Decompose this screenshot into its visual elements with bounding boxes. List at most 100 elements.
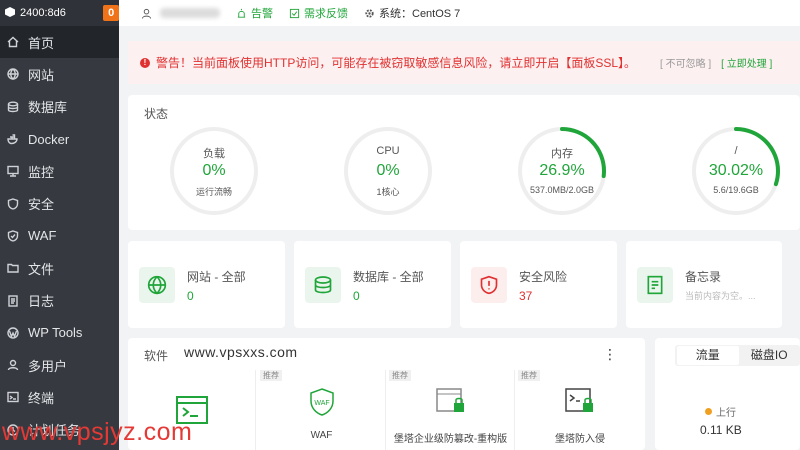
feedback-link[interactable]: 需求反馈 (289, 5, 348, 21)
stat-label: 数据库 - 全部 (353, 270, 424, 284)
sidebar-item-monitor[interactable]: 监控 (0, 155, 119, 187)
sidebar: 2400:8d6 0 首页 网站 数据库 Docker 监控 安全 WAF 文件… (0, 0, 119, 450)
alarm-link[interactable]: 告警 (236, 5, 273, 21)
server-header: 2400:8d6 0 (0, 0, 119, 26)
gauge-value: 0% (202, 162, 226, 179)
traffic-tabs: 流量 磁盘IO (675, 345, 800, 366)
stat-card-security-risk[interactable]: 安全风险 37 (460, 241, 617, 328)
sidebar-item-label: 监控 (28, 164, 55, 180)
system-label: 系统：CentOS 7 (379, 8, 461, 20)
load-gauge[interactable]: 负载 0% 运行流畅 (169, 126, 259, 216)
gauge-sub: 运行流畅 (195, 187, 232, 197)
upload-label: 上行 (705, 404, 736, 419)
monitor-icon (6, 164, 20, 178)
http-warning-alert: ! 警告！当前面板使用HTTP访问，可能存在被窃取敏感信息风险，请立即开启【面板… (128, 41, 800, 84)
disk-gauge[interactable]: / 30.02% 5.6/19.6GB (691, 126, 781, 216)
gauge-label: CPU (376, 145, 400, 157)
sidebar-item-files[interactable]: 文件 (0, 252, 119, 284)
user-menu[interactable] (141, 8, 220, 19)
sidebar-item-docker[interactable]: Docker (0, 123, 119, 155)
globe-icon (139, 267, 175, 303)
gauge-label: / (734, 145, 738, 157)
user-icon (141, 8, 152, 19)
waf-app-icon: WAF (309, 388, 335, 419)
security-risk-icon (471, 267, 507, 303)
svg-text:WAF: WAF (314, 400, 329, 407)
database-icon (305, 267, 341, 303)
sidebar-item-label: 数据库 (28, 100, 68, 116)
gauge-value: 30.02% (708, 162, 764, 179)
stat-card-websites[interactable]: 网站 - 全部 0 (128, 241, 285, 328)
tab-traffic[interactable]: 流量 (677, 346, 739, 365)
tab-disk-io[interactable]: 磁盘IO (739, 346, 800, 365)
memo-icon (637, 267, 673, 303)
traffic-card: 流量 磁盘IO 上行 0.11 KB (655, 338, 800, 450)
sidebar-item-label: 首页 (28, 35, 55, 51)
warning-icon: ! (140, 57, 150, 68)
sidebar-item-terminal[interactable]: 终端 (0, 381, 119, 413)
gauge-value: 26.9% (539, 162, 585, 179)
software-name: 堡塔企业级防篡改-重构版 (393, 434, 508, 445)
folder-icon (6, 261, 20, 275)
sidebar-item-wp-tools[interactable]: WP Tools (0, 317, 119, 349)
gauge-label: 负载 (203, 148, 225, 160)
software-item[interactable]: 推荐 WAF WAF (258, 370, 386, 450)
alarm-label: 告警 (251, 8, 273, 20)
software-title: 软件 (144, 349, 169, 363)
username-blurred (160, 8, 220, 18)
sidebar-item-label: WAF (28, 228, 57, 244)
sidebar-item-label: 终端 (28, 390, 55, 406)
sidebar-item-home[interactable]: 首页 (0, 26, 119, 59)
stat-label: 网站 - 全部 (187, 270, 246, 284)
server-host: 2400:8d6 (20, 7, 66, 19)
gauge-sub: 537.0MB/2.0GB (529, 185, 595, 195)
notification-badge[interactable]: 0 (103, 5, 119, 21)
sidebar-item-label: WP Tools (28, 325, 83, 341)
software-name: WAF (310, 430, 333, 441)
status-card: 状态 负载 0% 运行流畅 CPU 0% 1核心 内存 26.9% 537.0M… (128, 95, 800, 230)
stat-value: 0 (353, 289, 360, 303)
software-item[interactable]: 推荐 堡塔企业级防篡改-重构版 (387, 370, 515, 450)
server-icon (4, 6, 16, 21)
watermark-bottom: www.vpsjyz.com (2, 418, 193, 446)
stat-label: 安全风险 (519, 270, 568, 284)
recommend-tag: 推荐 (518, 370, 540, 381)
upload-dot-icon (705, 408, 712, 415)
sidebar-item-label: 日志 (28, 294, 55, 310)
alert-message: 警告！当前面板使用HTTP访问，可能存在被窃取敏感信息风险，请立即开启【面板SS… (156, 56, 637, 70)
sidebar-item-waf[interactable]: WAF (0, 220, 119, 252)
shield-icon (6, 197, 20, 211)
database-icon (6, 100, 20, 114)
alert-fix-link[interactable]: [ 立即处理 ] (721, 55, 772, 70)
stat-card-databases[interactable]: 数据库 - 全部 0 (294, 241, 451, 328)
sidebar-item-label: 安全 (28, 197, 55, 213)
memory-gauge[interactable]: 内存 26.9% 537.0MB/2.0GB (517, 126, 607, 216)
gear-icon (365, 8, 374, 18)
alarm-icon (237, 8, 246, 18)
docker-icon (6, 132, 20, 146)
stat-value: 37 (519, 289, 533, 303)
recommend-tag: 推荐 (260, 370, 282, 381)
cpu-gauge[interactable]: CPU 0% 1核心 (343, 126, 433, 216)
sidebar-item-label: 网站 (28, 67, 55, 83)
gauge-label: 内存 (551, 148, 573, 160)
gauge-value: 0% (376, 162, 400, 179)
sidebar-item-security[interactable]: 安全 (0, 187, 119, 219)
sidebar-item-database[interactable]: 数据库 (0, 91, 119, 123)
stat-card-memo[interactable]: 备忘录 当前内容为空。... (626, 241, 782, 328)
sidebar-item-label: Docker (28, 131, 70, 147)
stat-value: 0 (187, 289, 194, 303)
gauge-sub: 1核心 (376, 187, 400, 197)
recommend-tag: 推荐 (389, 370, 411, 381)
software-item[interactable]: 推荐 堡塔防入侵 (516, 370, 644, 450)
sidebar-item-label: 文件 (28, 261, 55, 277)
sidebar-item-multi-user[interactable]: 多用户 (0, 349, 119, 381)
stat-value: 当前内容为空。... (685, 291, 756, 301)
feedback-icon (289, 8, 300, 18)
home-icon (6, 35, 20, 49)
globe-icon (6, 67, 20, 81)
more-options-icon[interactable]: ⋮ (603, 346, 617, 363)
sidebar-item-website[interactable]: 网站 (0, 58, 119, 90)
top-bar: 告警 需求反馈 系统：CentOS 7 (119, 0, 800, 26)
sidebar-item-logs[interactable]: 日志 (0, 284, 119, 316)
